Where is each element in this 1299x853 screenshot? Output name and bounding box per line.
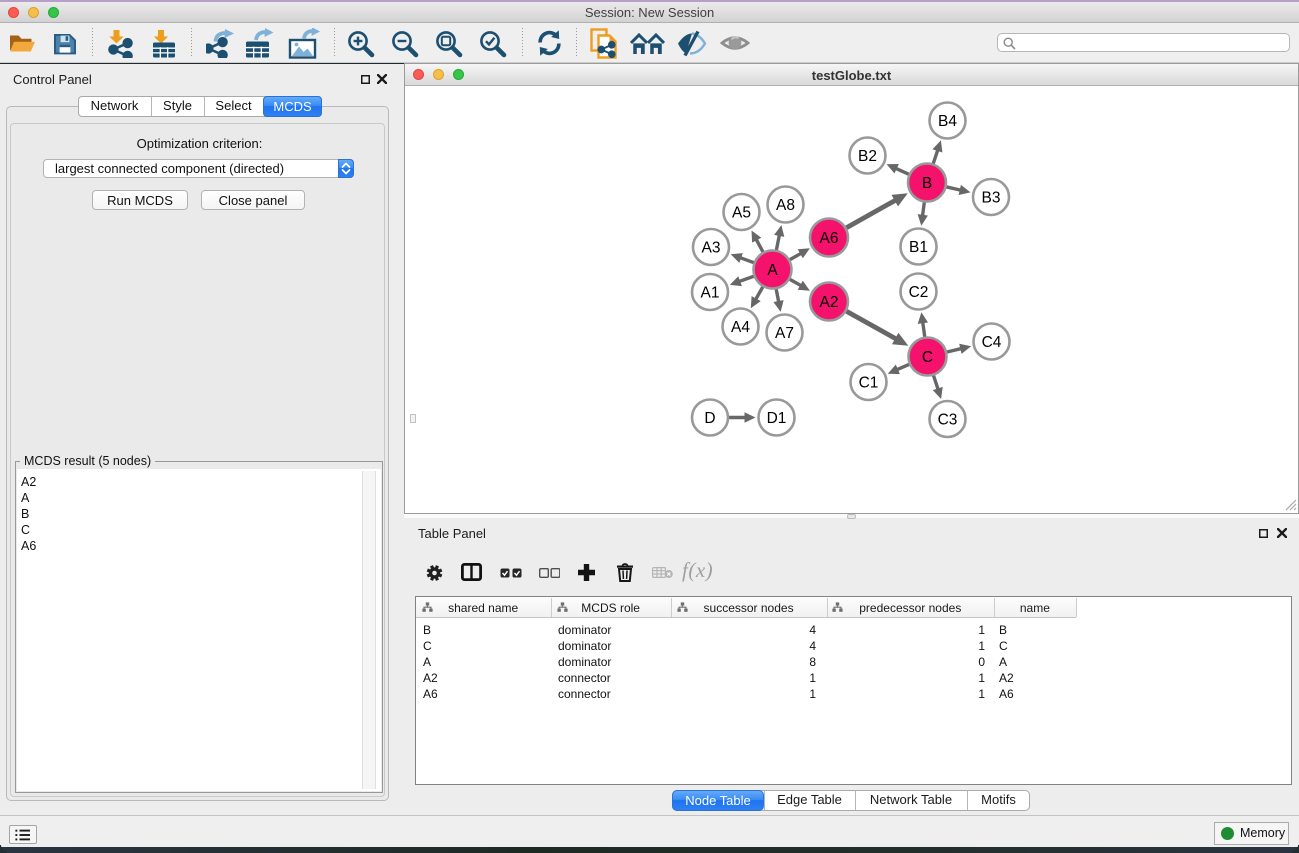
svg-text:D: D: [704, 410, 715, 427]
svg-text:A2: A2: [820, 294, 839, 311]
svg-text:A4: A4: [731, 319, 750, 336]
svg-text:D1: D1: [767, 410, 787, 427]
svg-text:B: B: [922, 175, 932, 192]
svg-text:B2: B2: [858, 148, 877, 165]
svg-text:C3: C3: [938, 412, 958, 429]
svg-text:A8: A8: [776, 197, 795, 214]
svg-text:C1: C1: [859, 375, 879, 392]
svg-text:B1: B1: [909, 239, 928, 256]
svg-text:C4: C4: [982, 334, 1002, 351]
svg-text:B4: B4: [938, 113, 957, 130]
svg-text:A3: A3: [702, 240, 721, 257]
svg-text:C: C: [922, 349, 933, 366]
svg-text:A7: A7: [775, 325, 794, 342]
svg-text:A5: A5: [732, 205, 751, 222]
svg-text:B3: B3: [982, 190, 1001, 207]
svg-text:A: A: [767, 262, 778, 279]
svg-text:C2: C2: [909, 284, 929, 301]
svg-text:A1: A1: [701, 285, 720, 302]
svg-text:A6: A6: [820, 230, 839, 247]
